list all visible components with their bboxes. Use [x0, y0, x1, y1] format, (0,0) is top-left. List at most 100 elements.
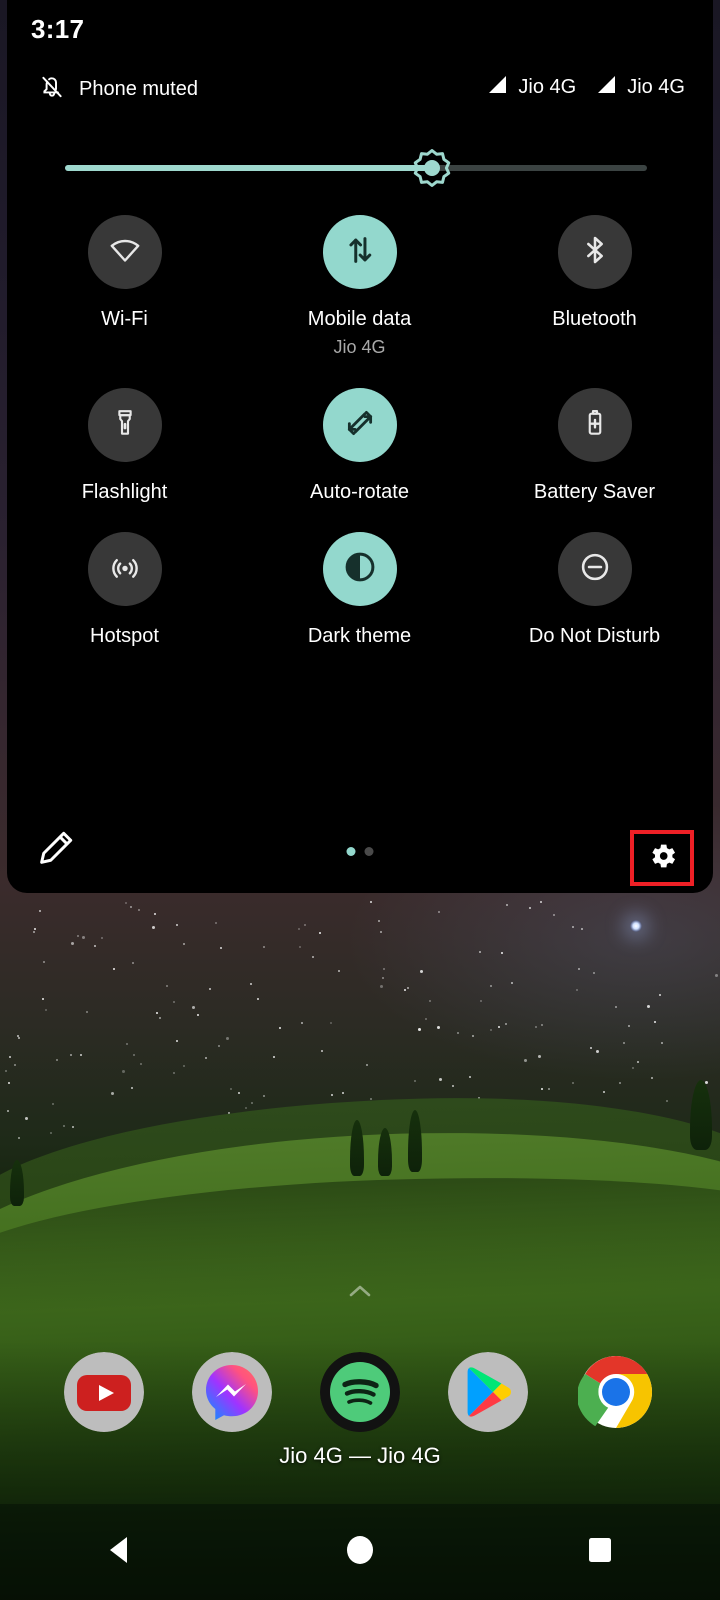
star	[330, 1022, 332, 1024]
tile-battery-saver[interactable]: Battery Saver	[477, 388, 712, 504]
star	[540, 901, 542, 903]
nav-home-button[interactable]	[325, 1517, 395, 1587]
page-indicator-dots[interactable]	[346, 847, 374, 856]
page-dot-2[interactable]	[364, 847, 374, 856]
star	[238, 1092, 240, 1094]
star	[380, 931, 382, 933]
star	[5, 1070, 7, 1072]
star	[370, 901, 372, 903]
nav-back-button[interactable]	[85, 1517, 155, 1587]
star	[220, 947, 222, 949]
phone-screen: 3:17 Phone muted Jio 4G Jio 4G Wi-Fi Mob…	[0, 0, 720, 1600]
star	[7, 1110, 9, 1112]
sim2-label: Jio 4G	[627, 76, 685, 98]
bell-slash-icon	[39, 74, 65, 105]
star	[541, 1024, 543, 1026]
tile-row-2: Flashlight Auto-rotate Battery Saver	[7, 388, 713, 504]
tile-label: Do Not Disturb	[528, 625, 661, 647]
recents-square-icon	[586, 1535, 614, 1570]
phone-muted-label: Phone muted	[79, 78, 198, 100]
star	[407, 987, 409, 989]
star	[18, 1037, 20, 1039]
star	[263, 946, 265, 948]
signal-bar-icon	[485, 74, 509, 101]
star	[576, 989, 578, 991]
star	[596, 1050, 599, 1053]
tile-label: Auto-rotate	[310, 481, 409, 503]
dock-app-messenger[interactable]	[192, 1352, 272, 1432]
tile-row-1: Wi-Fi Mobile data Jio 4G Bluetooth	[7, 215, 713, 358]
star	[511, 982, 513, 984]
tile-do-not-disturb[interactable]: Do Not Disturb	[477, 532, 712, 648]
hotspot-icon	[108, 550, 142, 589]
star	[39, 910, 41, 912]
tile-auto-rotate[interactable]: Auto-rotate	[242, 388, 477, 504]
spotify-icon	[326, 1358, 394, 1431]
star	[312, 956, 314, 958]
star	[183, 943, 185, 945]
page-dot-1[interactable]	[346, 847, 356, 856]
tile-mobile-data[interactable]: Mobile data Jio 4G	[242, 215, 477, 358]
star	[133, 1054, 135, 1056]
tile-flashlight[interactable]: Flashlight	[7, 388, 242, 504]
star	[192, 1006, 195, 1009]
star	[338, 970, 340, 972]
contrast-icon	[342, 549, 378, 590]
tile-icon-wrap	[87, 388, 162, 462]
tile-hotspot[interactable]: Hotspot	[7, 532, 242, 648]
star	[715, 974, 718, 977]
star	[77, 935, 79, 937]
tile-wifi[interactable]: Wi-Fi	[7, 215, 242, 358]
star	[130, 906, 132, 908]
status-bar-clock: 3:17	[31, 14, 85, 44]
star	[183, 1065, 185, 1067]
tile-bluetooth[interactable]: Bluetooth	[477, 215, 712, 358]
tile-label: Wi-Fi	[101, 308, 148, 330]
dock-app-spotify[interactable]	[320, 1352, 400, 1432]
star	[647, 1005, 650, 1008]
star	[438, 911, 440, 913]
dock-app-chrome[interactable]	[576, 1352, 656, 1432]
settings-button-highlight[interactable]	[630, 830, 694, 886]
star	[321, 1050, 323, 1052]
sim1-label: Jio 4G	[518, 76, 577, 98]
qs-status-row: Phone muted Jio 4G Jio 4G	[7, 72, 713, 114]
dock-app-youtube[interactable]	[64, 1352, 144, 1432]
star	[173, 1072, 175, 1074]
star	[250, 983, 252, 985]
quick-settings-footer	[7, 803, 713, 893]
star	[651, 1077, 653, 1079]
brightness-slider[interactable]	[65, 149, 647, 187]
star	[490, 1029, 492, 1031]
star	[215, 922, 217, 924]
auto-rotate-icon	[343, 406, 377, 445]
tile-icon-wrap	[322, 215, 397, 289]
brightness-sun-icon[interactable]	[411, 147, 453, 189]
bright-star	[630, 920, 642, 932]
nav-recents-button[interactable]	[565, 1517, 635, 1587]
brightness-fill	[65, 165, 432, 171]
star	[159, 1017, 161, 1019]
star	[131, 1087, 133, 1089]
back-triangle-icon	[105, 1534, 135, 1571]
dock-app-play-store[interactable]	[448, 1352, 528, 1432]
tile-icon-wrap	[322, 388, 397, 462]
star	[298, 928, 300, 930]
star	[125, 902, 127, 904]
tile-dark-theme[interactable]: Dark theme	[242, 532, 477, 648]
star	[82, 936, 85, 939]
app-drawer-handle[interactable]	[347, 1283, 373, 1304]
star	[414, 1080, 416, 1082]
sim2-signal: Jio 4G	[594, 74, 685, 101]
star	[319, 932, 321, 934]
star	[72, 1126, 74, 1128]
star	[425, 1018, 427, 1020]
star	[166, 985, 168, 987]
play-store-icon	[467, 1366, 511, 1423]
star	[429, 1000, 431, 1002]
star	[8, 1082, 10, 1084]
tile-label: Hotspot	[90, 625, 159, 647]
star	[590, 1047, 592, 1049]
star	[140, 1063, 142, 1065]
edit-tiles-button[interactable]	[35, 827, 77, 869]
